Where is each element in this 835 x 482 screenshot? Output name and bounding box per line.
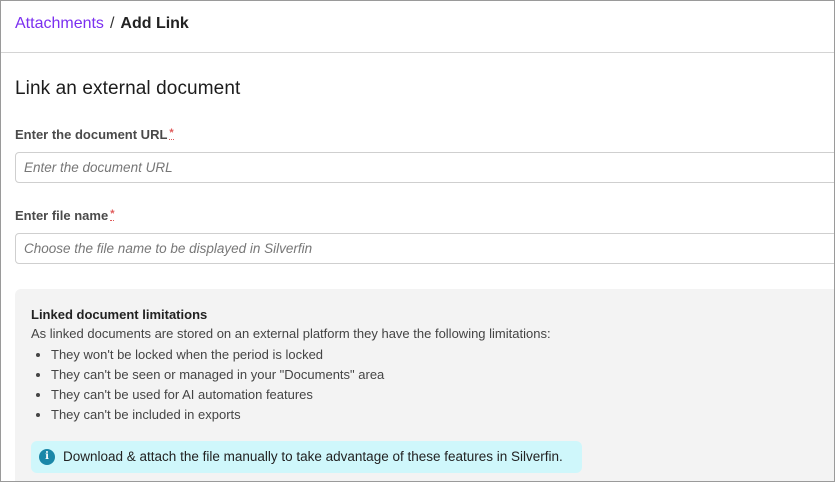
list-item: They can't be used for AI automation fea…	[51, 385, 384, 405]
info-icon: i	[39, 449, 55, 465]
required-mark: *	[110, 208, 115, 221]
file-name-input[interactable]	[15, 233, 834, 264]
page-title: Link an external document	[15, 78, 241, 99]
limitations-title: Linked document limitations	[31, 307, 208, 322]
breadcrumb-attachments-link[interactable]: Attachments	[15, 15, 104, 32]
url-label-text: Enter the document URL	[15, 127, 168, 142]
limitations-panel: Linked document limitations As linked do…	[15, 289, 834, 481]
breadcrumb-current: Add Link	[120, 15, 189, 32]
limitations-description: As linked documents are stored on an ext…	[31, 326, 551, 341]
list-item: They can't be seen or managed in your "D…	[51, 365, 384, 385]
info-text: Download & attach the file manually to t…	[63, 449, 563, 464]
header: Attachments / Add Link	[1, 1, 834, 53]
list-item: They can't be included in exports	[51, 405, 384, 425]
required-mark: *	[169, 127, 174, 140]
info-callout: i Download & attach the file manually to…	[31, 441, 582, 473]
document-url-input[interactable]	[15, 152, 834, 183]
file-name-label: Enter file name *	[15, 208, 115, 223]
url-label: Enter the document URL *	[15, 127, 174, 142]
file-name-label-text: Enter file name	[15, 208, 109, 223]
breadcrumb-separator: /	[109, 15, 115, 32]
limitations-list: They won't be locked when the period is …	[31, 345, 384, 425]
list-item: They won't be locked when the period is …	[51, 345, 384, 365]
window: Attachments / Add Link Link an external do…	[0, 0, 835, 482]
breadcrumb: Attachments / Add Link	[15, 15, 189, 33]
